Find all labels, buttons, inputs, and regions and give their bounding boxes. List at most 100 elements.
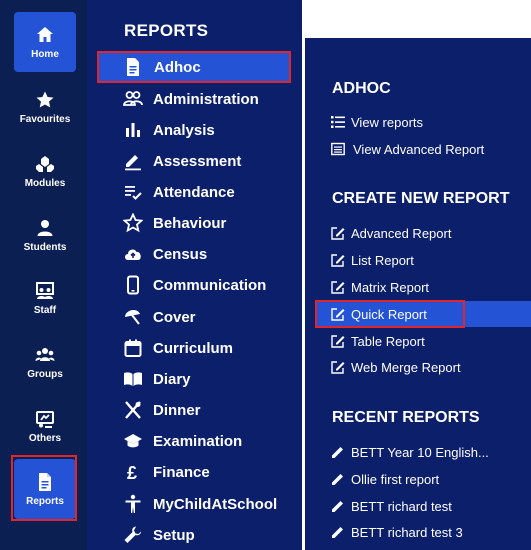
submenu-item-label: BETT richard test 3 [351,524,463,540]
section-heading-create-new-report: CREATE NEW REPORT [332,190,510,207]
submenu-item-label: BETT Year 10 English... [351,444,489,460]
menu-item-setup[interactable]: Setup [97,520,291,550]
pencil-icon [332,474,343,485]
checklist-icon [125,186,142,200]
submenu-item-list-report[interactable]: List Report [315,247,531,273]
pound-icon: £ [127,463,137,482]
submenu-item-web-merge-report[interactable]: Web Merge Report [315,354,531,380]
document-icon [39,472,51,491]
submenu-item-quick-report[interactable]: Quick Report [315,301,531,327]
submenu-item-label: Ollie first report [351,471,440,487]
rail-groups[interactable]: Groups [14,332,76,392]
menu-item-label: Setup [153,526,195,544]
edit-icon [331,254,345,267]
menu-item-label: MyChildAtSchool [153,495,278,513]
edit-icon [331,335,345,348]
menu-item-cover[interactable]: Cover [97,302,291,332]
edit-icon [331,361,345,374]
menu-item-diary[interactable]: Diary [97,364,291,394]
recent-report-item[interactable]: Ollie first report [315,466,531,492]
person-icon [37,219,53,236]
submenu-item-label: Quick Report [351,306,427,322]
submenu-item-view-advanced-report[interactable]: View Advanced Report [315,136,531,162]
edit-icon [331,281,345,294]
menu-item-label: Communication [153,276,267,294]
modules-icon [36,155,54,172]
edit-icon [331,227,345,240]
calendar-icon [124,339,142,357]
rail-home[interactable]: Home [14,12,76,72]
menu-item-mychildatschool[interactable]: MyChildAtSchool [97,489,291,519]
menu-item-label: Examination [153,432,243,450]
left-rail: Home Favourites Modules Students Staff G… [0,0,87,550]
pencil-icon [332,447,343,458]
svg-text:£: £ [127,463,137,482]
submenu-item-matrix-report[interactable]: Matrix Report [315,274,531,300]
others-icon [36,410,54,428]
rail-students[interactable]: Students [14,205,76,265]
menu-item-assessment[interactable]: Assessment [97,146,291,176]
phone-icon [127,275,139,295]
section-heading-adhoc: ADHOC [332,80,391,97]
wrench-icon [124,526,141,543]
recent-report-item[interactable]: BETT Year 10 English... [315,439,531,465]
submenu-item-label: View Advanced Report [353,141,485,157]
menu-item-finance[interactable]: £ Finance [97,457,291,487]
star-icon [36,91,54,107]
book-icon [124,372,142,386]
menu-item-label: Assessment [153,152,242,170]
submenu-item-label: BETT richard test [351,498,452,514]
star-outline-icon [123,213,143,233]
reports-menu-panel: REPORTS Adhoc Administration Analysis As… [87,0,302,550]
submenu-item-label: List Report [351,252,414,268]
recent-report-item[interactable]: BETT richard test [315,493,531,519]
submenu-item-table-report[interactable]: Table Report [315,328,531,354]
menu-item-label: Behaviour [153,214,227,232]
home-icon [37,26,53,42]
submenu-item-advanced-report[interactable]: Advanced Report [315,220,531,246]
menu-item-administration[interactable]: Administration [97,84,291,114]
pencil-icon [332,501,343,512]
menu-item-attendance[interactable]: Attendance [97,177,291,207]
menu-item-label: Administration [153,90,259,108]
section-heading-recent-reports: RECENT REPORTS [332,409,480,426]
menu-item-label: Analysis [153,121,215,139]
menu-title: REPORTS [124,21,209,40]
rail-label: Groups [27,368,63,380]
submenu-item-label: Table Report [351,333,425,349]
rail-favourites[interactable]: Favourites [14,77,76,137]
menu-item-label: Curriculum [153,339,234,357]
accessibility-icon [125,494,141,513]
menu-item-census[interactable]: Census [97,239,291,269]
menu-item-communication[interactable]: Communication [97,270,291,300]
submenu-item-label: Matrix Report [351,279,430,295]
menu-item-analysis[interactable]: Analysis [97,115,291,145]
rail-modules[interactable]: Modules [14,141,76,201]
menu-item-examination[interactable]: Examination [97,426,291,456]
submenu-item-label: Advanced Report [351,225,452,241]
rail-staff[interactable]: Staff [14,268,76,328]
pencil-icon [332,527,343,538]
menu-item-behaviour[interactable]: Behaviour [97,208,291,238]
cutlery-icon [125,401,141,419]
menu-item-label: Adhoc [154,58,201,76]
groups-icon [35,347,55,361]
menu-item-dinner[interactable]: Dinner [97,395,291,425]
rail-label: Others [28,432,62,444]
rail-reports[interactable]: Reports [14,459,76,519]
recent-report-item[interactable]: BETT richard test 3 [315,519,531,545]
bar-chart-icon [126,123,140,137]
rail-label: Favourites [19,113,71,125]
table-list-icon [331,142,345,156]
menu-item-label: Dinner [153,401,201,419]
rail-label: Modules [24,177,66,189]
menu-item-adhoc[interactable]: Adhoc [97,51,291,83]
submenu-item-label: Web Merge Report [351,359,461,375]
menu-item-label: Census [153,245,208,263]
menu-item-curriculum[interactable]: Curriculum [97,333,291,363]
submenu-item-view-reports[interactable]: View reports [315,109,531,135]
rail-others[interactable]: Others [14,396,76,456]
umbrella-icon [125,310,140,325]
top-bar [302,0,531,38]
menu-item-label: Attendance [153,183,235,201]
